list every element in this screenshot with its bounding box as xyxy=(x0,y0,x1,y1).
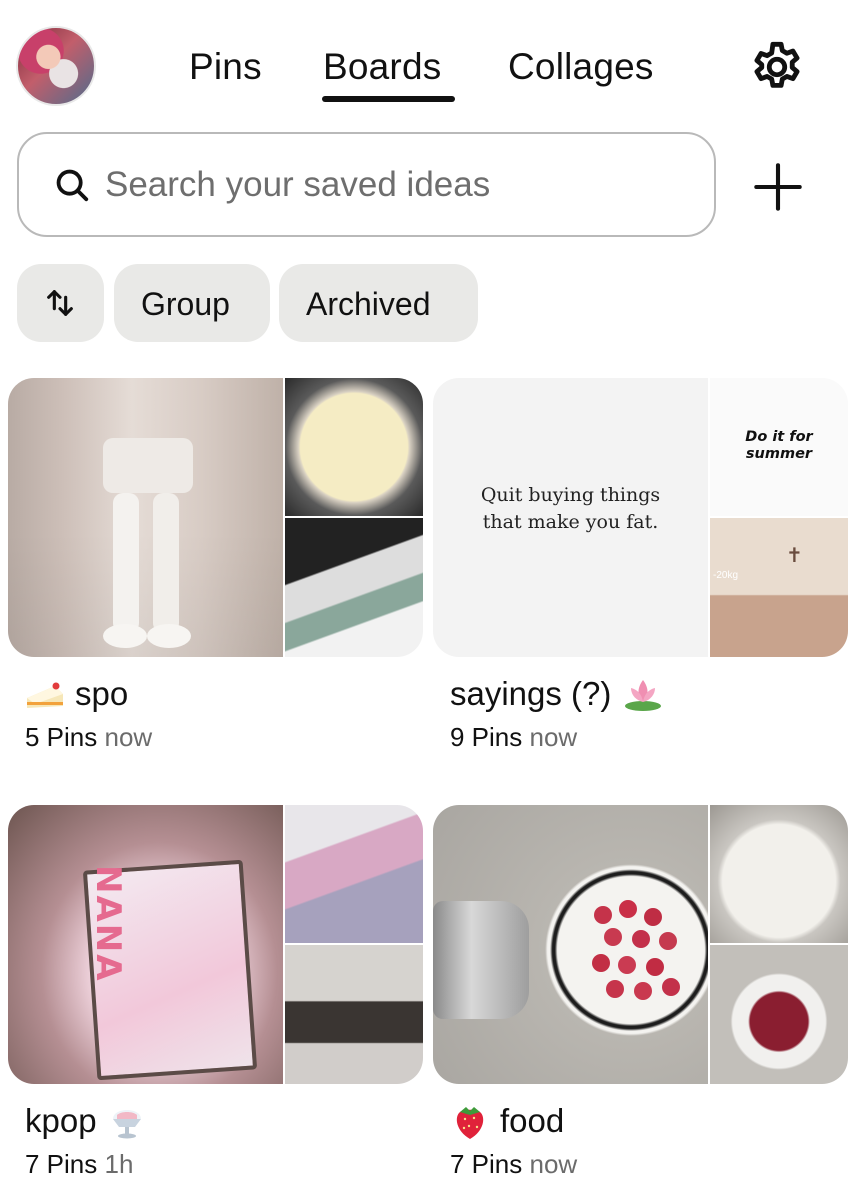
board-meta: 9 Pins now xyxy=(450,722,577,753)
strawberry-icon xyxy=(456,1107,484,1139)
pin-count: 9 Pins xyxy=(450,722,523,752)
archived-filter-label: Archived xyxy=(306,286,431,322)
weight-text: -20kg xyxy=(713,570,739,581)
tab-boards[interactable]: Boards xyxy=(323,46,441,88)
quote-text: Quit buying things that make you fat. xyxy=(480,484,661,533)
pin-count: 7 Pins xyxy=(25,1149,98,1179)
cover-image-bottom xyxy=(285,945,423,1084)
cover-image-bottom xyxy=(710,945,848,1084)
board-title: kpop xyxy=(25,1101,147,1141)
raspberries-image xyxy=(592,900,680,1000)
cover-image-main xyxy=(433,805,708,1084)
updated-time: now xyxy=(529,1149,578,1179)
cover-image-main: NANA xyxy=(8,805,283,1084)
pin-count: 5 Pins xyxy=(25,722,98,752)
updated-time: 1h xyxy=(104,1149,134,1179)
archived-filter-chip[interactable]: Archived xyxy=(279,264,478,342)
updated-time: now xyxy=(529,722,578,752)
board-title: sayings (?) xyxy=(450,674,663,714)
updated-time: now xyxy=(104,722,153,752)
gear-icon[interactable] xyxy=(748,38,806,96)
board-cover-collage xyxy=(8,378,423,657)
shaved-ice-icon xyxy=(112,1110,141,1139)
board-meta: 7 Pins 1h xyxy=(25,1149,133,1180)
water-glass-image xyxy=(433,901,529,1019)
motivation-text: Do it for summer xyxy=(745,429,813,462)
search-icon xyxy=(56,169,89,202)
search-bar[interactable] xyxy=(17,132,716,237)
cover-image-top xyxy=(285,805,423,943)
group-filter-chip[interactable]: Group xyxy=(114,264,270,342)
board-title-text: spo xyxy=(75,675,129,712)
cover-image-top: Do it for summer xyxy=(710,378,848,516)
board-title: spo xyxy=(25,674,128,714)
board-cover-collage: NANA xyxy=(8,805,423,1084)
profile-avatar[interactable] xyxy=(16,26,96,106)
pin-count: 7 Pins xyxy=(450,1149,523,1179)
board-title: food xyxy=(450,1101,564,1141)
board-cover-collage: Quit buying things that make you fat. Do… xyxy=(433,378,848,657)
cover-image-main: Quit buying things that make you fat. xyxy=(433,378,708,657)
plus-icon[interactable] xyxy=(752,161,804,213)
cover-image-top xyxy=(285,378,423,516)
console-screen-text: NANA xyxy=(88,865,128,983)
tab-pins[interactable]: Pins xyxy=(189,46,262,88)
group-filter-label: Group xyxy=(141,286,230,322)
board-title-text: food xyxy=(500,1102,565,1139)
cake-slice-icon xyxy=(27,682,63,708)
cover-image-top xyxy=(710,805,848,943)
sort-button[interactable] xyxy=(17,264,104,342)
fashion-figure-image xyxy=(103,438,193,648)
board-cover-collage xyxy=(433,805,848,1084)
tab-collages[interactable]: Collages xyxy=(508,46,654,88)
lotus-icon xyxy=(625,680,662,711)
search-input[interactable] xyxy=(105,160,695,210)
cover-image-main xyxy=(8,378,283,657)
board-meta: 7 Pins now xyxy=(450,1149,577,1180)
board-title-text: kpop xyxy=(25,1102,97,1139)
cross-icon: ✝ xyxy=(786,545,803,567)
cover-image-bottom: -20kg ✝ xyxy=(710,518,848,657)
sort-arrows-icon xyxy=(47,290,73,316)
board-title-text: sayings (?) xyxy=(450,675,612,712)
cover-image-bottom xyxy=(285,518,423,657)
active-tab-indicator xyxy=(322,96,455,102)
board-meta: 5 Pins now xyxy=(25,722,152,753)
